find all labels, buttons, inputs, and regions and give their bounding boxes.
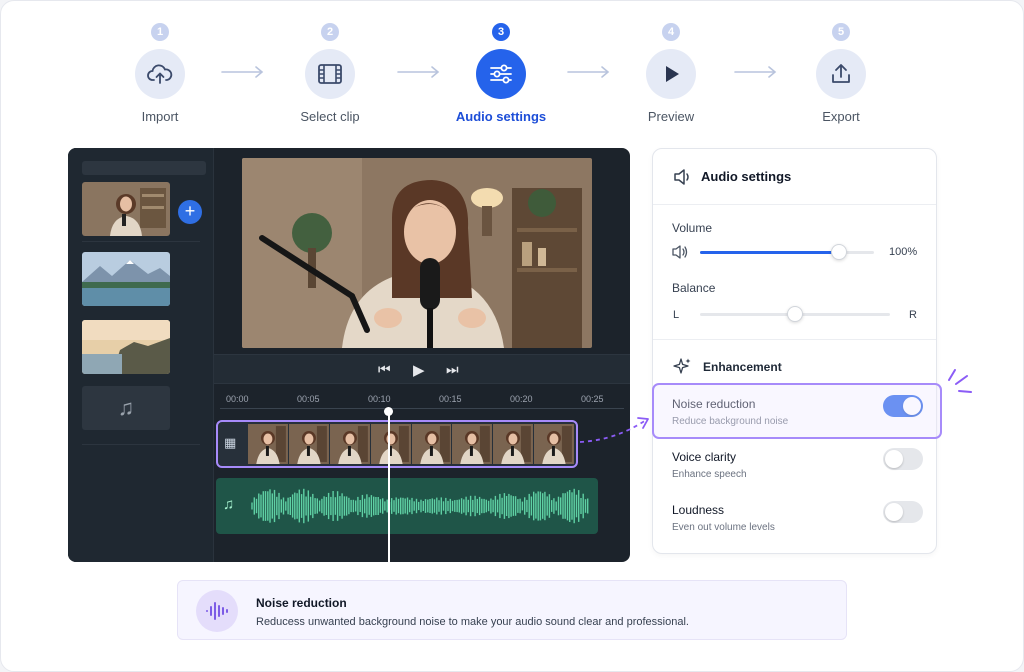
panel-title: Audio settings [701, 169, 792, 184]
arrow-right-icon [734, 66, 777, 78]
enhancement-title: Enhancement [703, 360, 782, 374]
step-number: 2 [321, 23, 339, 41]
timeline-ruler[interactable]: 00:00 00:05 00:10 00:15 00:20 00:25 [214, 388, 630, 410]
step-label: Import [141, 109, 179, 124]
video-editor: + ♫ ⏮ ▶ ⏭ 00:00 00:05 00:10 00:15 00:20 … [68, 148, 630, 562]
cloud-upload-icon [135, 49, 185, 99]
media-thumb-woman[interactable] [82, 182, 170, 236]
toggle-knob [885, 503, 903, 521]
connector-arrow [579, 417, 649, 443]
option-voice-clarity-title: Voice clarity [672, 450, 737, 464]
audio-settings-panel: Audio settings Volume 100% Balance L R E… [652, 148, 937, 554]
video-preview [242, 158, 592, 348]
music-note-icon: ♫ [117, 395, 135, 420]
media-library: + ♫ [68, 148, 214, 562]
film-icon [305, 49, 355, 99]
audio-waveform [251, 488, 589, 524]
arrow-right-icon [397, 66, 440, 78]
playback-controls: ⏮ ▶ ⏭ [214, 354, 630, 384]
noise-reduction-highlight [652, 383, 942, 439]
arrow-right-icon [221, 66, 264, 78]
media-thumb-mountains[interactable] [82, 252, 170, 306]
clip-frame [411, 424, 452, 464]
panel-header: Audio settings [653, 149, 936, 205]
step-audio-settings[interactable]: 3 Audio settings [441, 22, 561, 124]
time-tick: 00:20 [510, 394, 533, 404]
volume-slider-knob[interactable] [831, 244, 847, 260]
feature-info-card: Noise reduction Reducess unwanted backgr… [177, 580, 847, 640]
time-tick: 00:15 [439, 394, 462, 404]
sparkle-icon [673, 358, 691, 374]
sliders-icon [476, 49, 526, 99]
video-track-clip[interactable]: ▦ [216, 420, 578, 468]
step-number: 4 [662, 23, 680, 41]
divider [82, 241, 200, 242]
audio-track-clip[interactable]: ♫ [216, 478, 598, 534]
balance-label: Balance [672, 281, 716, 295]
clip-frame [329, 424, 370, 464]
time-tick: 00:00 [226, 394, 249, 404]
soundwave-icon [196, 590, 238, 632]
volume-value: 100% [889, 246, 918, 258]
media-search-bar[interactable] [82, 161, 206, 175]
clip-frame [248, 424, 288, 464]
balance-slider-knob[interactable] [787, 306, 803, 322]
speaker-icon [672, 245, 688, 259]
ruler-line [220, 408, 624, 409]
clip-frame [493, 424, 534, 464]
step-select-clip[interactable]: 2 Select clip [270, 22, 390, 124]
step-export[interactable]: 5 Export [781, 22, 901, 124]
clip-frame [534, 424, 574, 464]
toggle-knob [885, 450, 903, 468]
play-button[interactable]: ▶ [413, 361, 425, 379]
step-label: Export [822, 109, 860, 124]
option-loudness-title: Loudness [672, 503, 725, 517]
divider [82, 444, 200, 445]
clip-frame [370, 424, 411, 464]
step-label: Select clip [300, 109, 360, 124]
volume-label: Volume [672, 221, 713, 235]
step-label: Preview [647, 109, 695, 124]
volume-slider-fill [700, 251, 839, 254]
emphasis-marks-icon [948, 369, 972, 393]
media-thumb-coast[interactable] [82, 320, 170, 374]
step-number: 5 [832, 23, 850, 41]
audio-file-tile[interactable]: ♫ [82, 386, 170, 430]
option-voice-clarity-subtitle: Enhance speech [672, 469, 747, 480]
balance-right-label: R [909, 309, 917, 321]
step-import[interactable]: 1 Import [100, 22, 220, 124]
voice-clarity-toggle[interactable] [883, 448, 923, 470]
speaker-icon [674, 169, 689, 185]
step-number: 1 [151, 23, 169, 41]
time-tick: 00:25 [581, 394, 604, 404]
time-tick: 00:10 [368, 394, 391, 404]
skip-back-icon[interactable]: ⏮ [378, 361, 391, 378]
divider [653, 339, 936, 340]
info-description: Reducess unwanted background noise to ma… [256, 616, 689, 628]
play-icon [646, 49, 696, 99]
playhead[interactable] [388, 411, 390, 562]
share-icon [816, 49, 866, 99]
music-note-icon: ♫ [223, 496, 235, 513]
step-label: Audio settings [455, 109, 547, 124]
option-loudness-subtitle: Even out volume levels [672, 522, 775, 533]
skip-forward-icon[interactable]: ⏭ [446, 361, 459, 378]
loudness-toggle[interactable] [883, 501, 923, 523]
time-tick: 00:05 [297, 394, 320, 404]
add-media-button[interactable]: + [178, 200, 202, 224]
clip-frame [452, 424, 493, 464]
arrow-right-icon [567, 66, 610, 78]
clip-frame [288, 424, 329, 464]
clip-frames [248, 424, 574, 464]
balance-left-label: L [673, 309, 680, 321]
film-icon: ▦ [224, 435, 237, 450]
step-number: 3 [492, 23, 510, 41]
info-title: Noise reduction [256, 596, 347, 610]
step-preview[interactable]: 4 Preview [611, 22, 731, 124]
